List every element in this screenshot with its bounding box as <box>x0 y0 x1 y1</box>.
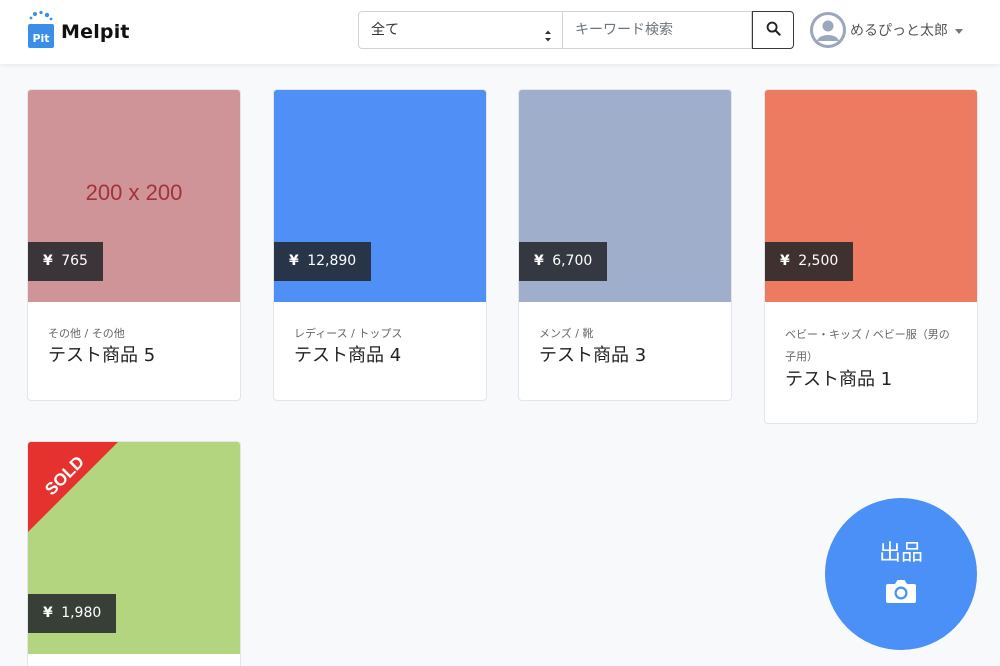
brand-link[interactable]: Pit Melpit <box>27 10 130 50</box>
brand-name: Melpit <box>61 21 130 43</box>
camera-icon <box>885 578 917 608</box>
item-card[interactable]: ¥ 6,700 メンズ / 靴 テスト商品 3 <box>518 89 732 401</box>
search-form: 全て <box>358 11 794 49</box>
yen-symbol: ¥ <box>43 253 53 269</box>
placeholder-text: 200 x 200 <box>85 180 183 205</box>
category-select[interactable]: 全て <box>358 11 562 49</box>
price-value: 2,500 <box>798 253 839 269</box>
item-image: ¥ 12,890 <box>274 90 486 302</box>
search-icon <box>766 21 781 40</box>
price-value: 1,980 <box>61 605 102 621</box>
sell-button-label: 出品 <box>878 541 923 566</box>
price-tag: ¥ 2,500 <box>765 242 854 281</box>
item-category: ベビー・キッズ / ベビー服（男の子用） <box>785 328 950 363</box>
price-tag: ¥ 1,980 <box>28 594 117 633</box>
price-tag: ¥ 6,700 <box>519 242 608 281</box>
item-category: その他 / その他 <box>48 327 125 340</box>
price-value: 12,890 <box>307 253 357 269</box>
item-card[interactable]: ¥ 12,890 レディース / トップス テスト商品 4 <box>273 89 487 401</box>
user-name: めるぴっと太郎 <box>850 23 948 39</box>
select-caret-icon <box>544 22 552 42</box>
user-menu-toggle[interactable]: めるぴっと太郎 <box>810 12 963 48</box>
item-image: 200 x 200 ¥ 765 <box>28 90 240 302</box>
price-tag: ¥ 12,890 <box>274 242 372 281</box>
category-select-value: 全て <box>371 22 399 38</box>
keyword-search-input[interactable] <box>562 11 752 49</box>
item-title: テスト商品 5 <box>48 345 156 366</box>
item-image: ¥ 2,500 <box>765 90 977 302</box>
search-button[interactable] <box>752 11 794 49</box>
item-card[interactable]: ¥ 2,500 ベビー・キッズ / ベビー服（男の子用） テスト商品 1 <box>764 89 978 424</box>
yen-symbol: ¥ <box>534 253 544 269</box>
item-image: SOLD ¥ 1,980 <box>28 442 240 654</box>
item-title: テスト商品 3 <box>539 345 647 366</box>
melpit-logo-icon: Pit <box>27 10 55 50</box>
caret-down-icon <box>955 28 963 34</box>
item-card[interactable]: 200 x 200 ¥ 765 その他 / その他 テスト商品 5 <box>27 89 241 401</box>
yen-symbol: ¥ <box>780 253 790 269</box>
price-value: 765 <box>61 253 88 269</box>
item-category: レディース / トップス <box>294 327 403 340</box>
item-title: テスト商品 4 <box>294 345 402 366</box>
item-image: ¥ 6,700 <box>519 90 731 302</box>
yen-symbol: ¥ <box>289 253 299 269</box>
item-card[interactable]: SOLD ¥ 1,980 <box>27 441 241 666</box>
svg-text:Pit: Pit <box>32 32 49 45</box>
navbar: Pit Melpit 全て キーワード検索 めるぴっと太郎 <box>0 0 1000 64</box>
sell-button[interactable]: 出品 <box>825 498 977 650</box>
item-category: メンズ / 靴 <box>539 327 594 340</box>
price-tag: ¥ 765 <box>28 242 103 281</box>
price-value: 6,700 <box>552 253 593 269</box>
avatar-icon <box>810 12 846 48</box>
item-title: テスト商品 1 <box>785 369 893 390</box>
yen-symbol: ¥ <box>43 605 53 621</box>
